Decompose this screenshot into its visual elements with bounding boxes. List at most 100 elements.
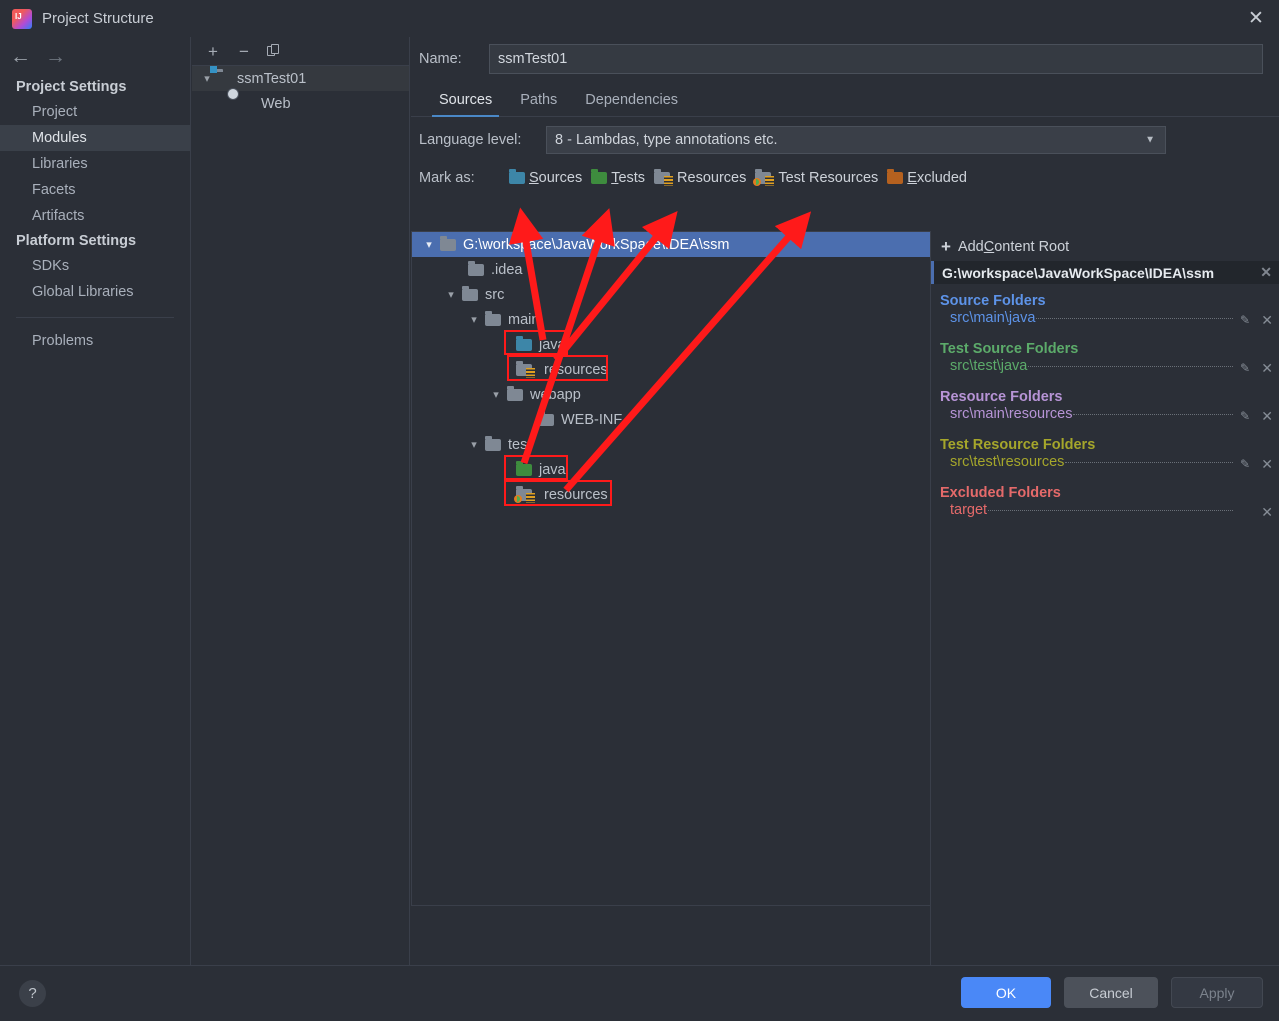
tree-row-web-inf[interactable]: WEB-INF — [412, 407, 930, 432]
mark-as-excluded-button[interactable]: Excluded — [887, 169, 967, 186]
category-test-resource-folders: Test Resource Folders — [940, 437, 1096, 453]
module-tree-row-web[interactable]: Web — [192, 91, 409, 116]
tree-row-label: webapp — [530, 386, 581, 403]
tree-row-webapp[interactable]: ▾ webapp — [412, 382, 930, 407]
ok-button[interactable]: OK — [961, 977, 1051, 1008]
sidebar-item-global-libraries[interactable]: Global Libraries — [0, 279, 190, 305]
add-module-button[interactable]: + — [205, 43, 221, 60]
tree-row-content-root[interactable]: ▾ G:\workspace\JavaWorkSpace\IDEA\ssm — [412, 232, 931, 257]
sidebar-item-libraries[interactable]: Libraries — [0, 151, 190, 177]
copy-module-icon[interactable] — [267, 44, 281, 58]
remove-folder-icon[interactable]: ✕ — [1261, 312, 1273, 329]
sidebar-group-project-settings: Project Settings — [16, 79, 127, 95]
content-root-details-panel: + Add Content Root G:\workspace\JavaWork… — [930, 232, 1279, 965]
excluded-folder-entry[interactable]: target ✕ — [931, 502, 1279, 524]
forward-icon[interactable]: → — [45, 46, 66, 67]
module-name-input[interactable] — [489, 44, 1263, 74]
tree-row-label: main — [508, 311, 540, 328]
mark-as-row: Mark as: Sources Tests Resources Test Re… — [411, 163, 1279, 193]
pencil-icon[interactable]: ✎ — [1240, 362, 1253, 375]
sidebar-item-artifacts[interactable]: Artifacts — [0, 203, 190, 229]
mark-test-resources-label: Test Resources — [778, 170, 879, 186]
dotted-filler — [988, 510, 1233, 511]
tests-folder-icon — [591, 169, 608, 184]
tab-sources[interactable]: Sources — [425, 92, 506, 117]
sources-folder-icon — [509, 169, 525, 184]
folder-gray-icon — [440, 235, 456, 251]
mark-as-test-resources-button[interactable]: Test Resources — [753, 169, 879, 186]
test-resource-folder-entry[interactable]: src\test\resources ✎ ✕ — [931, 454, 1279, 476]
tree-row-main-java[interactable]: java — [412, 332, 930, 357]
module-toolbar: + − — [192, 37, 409, 66]
test-source-folder-path: src\test\java — [950, 358, 1028, 374]
folder-gray-icon — [468, 260, 484, 276]
tree-row-test-resources[interactable]: resources — [412, 482, 930, 507]
content-root-path: G:\workspace\JavaWorkSpace\IDEA\ssm — [942, 264, 1215, 281]
title-bar: Project Structure ✕ — [0, 0, 1279, 37]
tree-row-test[interactable]: ▾ test — [412, 432, 930, 457]
sidebar-item-project[interactable]: Project — [0, 99, 190, 125]
mark-as-sources-button[interactable]: Sources — [509, 169, 583, 186]
mark-tests-label: ests — [618, 170, 646, 186]
apply-button[interactable]: Apply — [1171, 977, 1263, 1008]
pencil-icon[interactable]: ✎ — [1240, 458, 1253, 471]
module-folder-icon — [210, 66, 231, 85]
test-source-folder-entry[interactable]: src\test\java ✎ ✕ — [931, 358, 1279, 380]
mark-as-resources-button[interactable]: Resources — [654, 169, 746, 186]
nav-arrows: ← → — [0, 37, 190, 75]
mark-excluded-label: xcluded — [916, 170, 967, 186]
dotted-filler — [1073, 414, 1233, 415]
chevron-down-icon[interactable]: ▾ — [463, 313, 485, 326]
category-source-folders: Source Folders — [940, 293, 1046, 309]
back-icon[interactable]: ← — [10, 46, 31, 67]
tree-row-label: src — [485, 286, 505, 303]
module-name-row: Name: — [411, 37, 1279, 81]
tree-row-main-resources[interactable]: resources — [412, 357, 930, 382]
mark-sources-label: ources — [538, 170, 583, 186]
tree-row-test-java[interactable]: java — [412, 457, 930, 482]
close-icon[interactable]: ✕ — [1233, 0, 1279, 37]
remove-folder-icon[interactable]: ✕ — [1261, 504, 1273, 521]
pencil-icon[interactable]: ✎ — [1240, 314, 1253, 327]
source-folder-entry[interactable]: src\main\java ✎ ✕ — [931, 310, 1279, 332]
module-tree-row-ssmtest01[interactable]: ▾ ssmTest01 — [192, 66, 409, 91]
sidebar-item-facets[interactable]: Facets — [0, 177, 190, 203]
help-button[interactable]: ? — [19, 980, 46, 1007]
tab-paths[interactable]: Paths — [506, 92, 571, 116]
cancel-button[interactable]: Cancel — [1064, 977, 1158, 1008]
resource-folder-entry[interactable]: src\main\resources ✎ ✕ — [931, 406, 1279, 428]
excluded-folder-path: target — [950, 502, 988, 518]
add-content-root-button[interactable]: + Add Content Root — [931, 232, 1279, 261]
chevron-down-icon[interactable]: ▾ — [198, 72, 216, 85]
mark-excluded-mnemonic: E — [907, 170, 917, 186]
dotted-filler — [1036, 318, 1233, 319]
language-level-select[interactable]: 8 - Lambdas, type annotations etc. ▼ — [546, 126, 1166, 154]
tree-row-src[interactable]: ▾ src — [412, 282, 930, 307]
tab-dependencies[interactable]: Dependencies — [571, 92, 692, 116]
module-tree-label: ssmTest01 — [237, 70, 307, 87]
remove-folder-icon[interactable]: ✕ — [1261, 408, 1273, 425]
sidebar-item-sdks[interactable]: SDKs — [0, 253, 190, 279]
remove-content-root-icon[interactable]: ✕ — [1260, 264, 1272, 281]
tree-row-idea[interactable]: .idea — [412, 257, 930, 282]
sidebar-item-modules[interactable]: Modules — [0, 125, 190, 151]
chevron-down-icon[interactable]: ▼ — [1145, 135, 1155, 146]
test-resources-folder-icon — [753, 169, 775, 186]
remove-module-button[interactable]: − — [236, 43, 252, 60]
folder-gray-icon — [462, 285, 478, 301]
chevron-down-icon[interactable]: ▾ — [463, 438, 485, 451]
test-resources-box — [504, 480, 612, 506]
chevron-down-icon[interactable]: ▾ — [418, 238, 440, 251]
sidebar-divider — [16, 317, 174, 318]
chevron-down-icon[interactable]: ▾ — [440, 288, 462, 301]
sidebar-item-problems[interactable]: Problems — [0, 328, 190, 354]
mark-as-tests-button[interactable]: Tests — [591, 169, 646, 186]
remove-folder-icon[interactable]: ✕ — [1261, 456, 1273, 473]
pencil-icon[interactable]: ✎ — [1240, 410, 1253, 423]
add-content-root-mnemonic: C — [983, 238, 995, 255]
chevron-down-icon[interactable]: ▾ — [485, 388, 507, 401]
resource-folder-path: src\main\resources — [950, 406, 1073, 422]
intellij-idea-icon — [12, 8, 32, 29]
tree-row-main[interactable]: ▾ main — [412, 307, 930, 332]
remove-folder-icon[interactable]: ✕ — [1261, 360, 1273, 377]
